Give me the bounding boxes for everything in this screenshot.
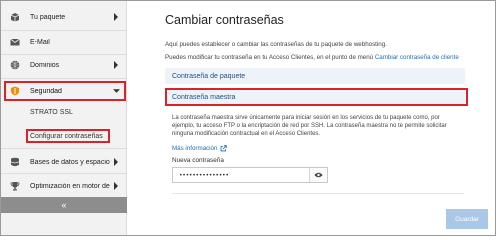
intro-text-prefix: Puedes modificar tu contraseña en tu Acc…: [165, 54, 374, 61]
intro-text: Aquí puedes establecer o cambiar las con…: [165, 41, 387, 48]
package-icon: [10, 12, 20, 22]
section-package-password[interactable]: Contraseña de paquete: [165, 68, 465, 84]
show-password-toggle[interactable]: [309, 168, 327, 182]
highlight-seguridad: [4, 81, 126, 101]
sidebar-collapse-button[interactable]: «: [1, 197, 127, 213]
sidebar-item-tu-paquete[interactable]: Tu paquete: [1, 4, 127, 30]
new-password-label: Nueva contraseña: [172, 157, 224, 164]
sidebar-item-bases-de-datos[interactable]: Bases de datos y espacio web: [1, 149, 127, 175]
globe-icon: [10, 60, 20, 70]
chevron-right-icon: [114, 182, 118, 190]
sidebar-item-optimizacion[interactable]: Optimización en motor de búsqueda: [1, 173, 127, 199]
main-content: Cambiar contraseñas Aquí puedes establec…: [128, 1, 495, 235]
page-title: Cambiar contraseñas: [165, 13, 284, 27]
sidebar: Tu paquete E-Mail Dominios Seguridad STR…: [1, 1, 127, 235]
sidebar-item-label: Optimización en motor de búsqueda: [30, 182, 112, 190]
intro-text-line2: Puedes modificar tu contraseña en tu Acc…: [165, 54, 459, 61]
save-button[interactable]: Guardar: [446, 209, 488, 229]
external-link-icon: [221, 145, 228, 152]
sidebar-item-label: Dominios: [30, 61, 60, 69]
sidebar-item-label: Tu paquete: [30, 13, 66, 21]
change-customer-password-link[interactable]: Cambiar contraseña de cliente: [375, 54, 459, 61]
sidebar-subitem-strato-ssl[interactable]: STRATO SSL: [30, 109, 73, 116]
more-info-link[interactable]: Más información: [172, 145, 228, 152]
field-divider: [172, 193, 464, 194]
sidebar-item-label: Bases de datos y espacio web: [30, 158, 112, 166]
chevron-right-icon: [114, 158, 118, 166]
section-title: Contraseña de paquete: [172, 72, 246, 80]
highlight-configurar-contrasenas: [26, 129, 110, 143]
new-password-input[interactable]: [173, 168, 309, 182]
new-password-field: [172, 167, 328, 183]
mail-icon: [10, 37, 20, 47]
master-password-description: La contraseña maestra sirve únicamente p…: [172, 115, 447, 137]
trophy-icon: [10, 181, 20, 191]
sidebar-item-label: E-Mail: [30, 38, 50, 46]
more-info-label: Más información: [172, 145, 218, 152]
chevron-right-icon: [114, 13, 118, 21]
eye-icon: [314, 172, 323, 178]
database-icon: [10, 157, 20, 167]
highlight-master-password: [165, 88, 468, 106]
collapse-double-chevron-icon: «: [61, 200, 67, 210]
sidebar-item-dominios[interactable]: Dominios: [1, 52, 127, 78]
chevron-right-icon: [114, 61, 118, 69]
